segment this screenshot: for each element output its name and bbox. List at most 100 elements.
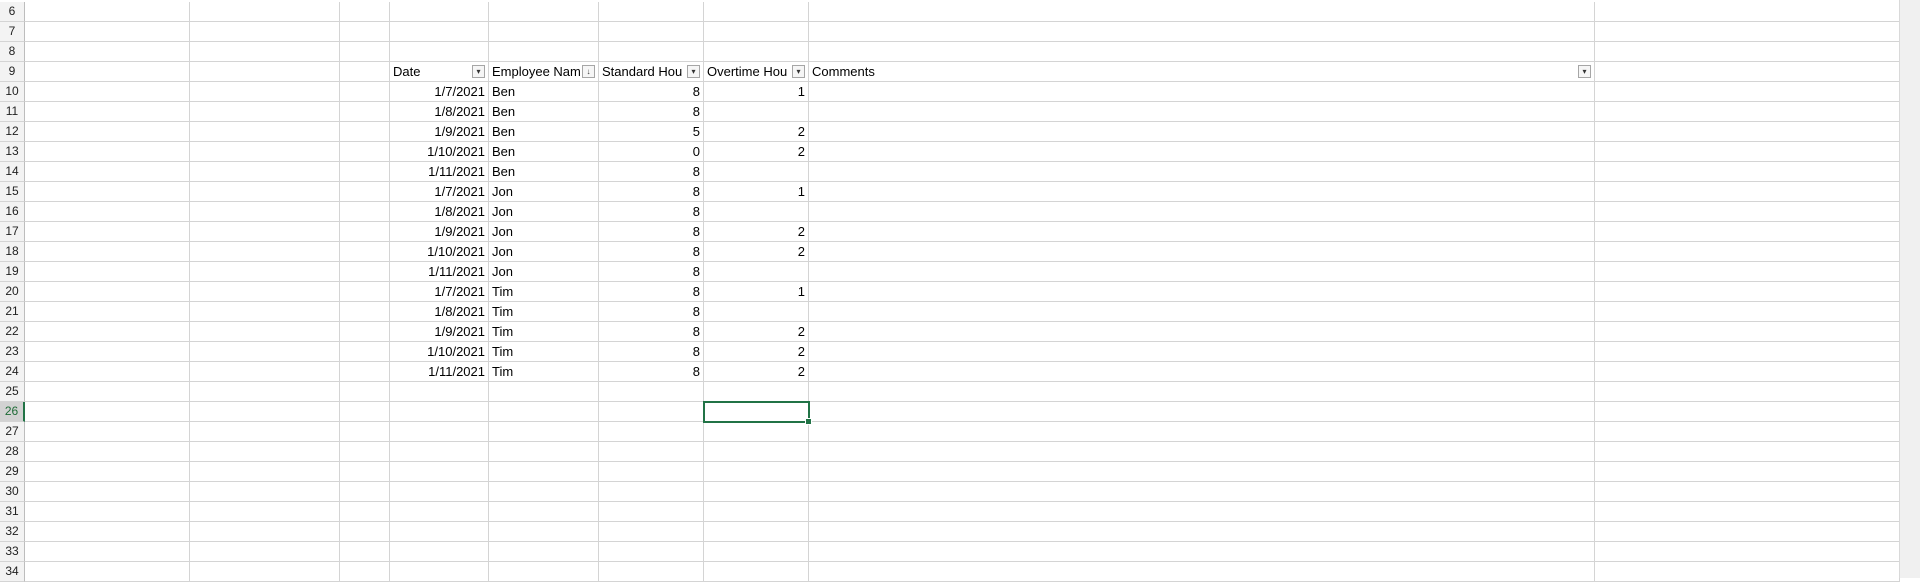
table-cell[interactable]: 1/8/2021: [390, 302, 489, 322]
cell[interactable]: [1595, 62, 1900, 82]
table-cell[interactable]: 2: [704, 362, 809, 382]
table-cell[interactable]: 8: [599, 262, 704, 282]
cell[interactable]: [1595, 282, 1900, 302]
row-header-33[interactable]: 33: [0, 542, 25, 562]
row-header-19[interactable]: 19: [0, 262, 25, 282]
cell[interactable]: [1595, 162, 1900, 182]
cell[interactable]: [599, 462, 704, 482]
cell[interactable]: [1595, 402, 1900, 422]
cell[interactable]: [489, 422, 599, 442]
table-cell[interactable]: Ben: [489, 122, 599, 142]
cell[interactable]: [599, 22, 704, 42]
table-header-3[interactable]: Overtime Hou ▾: [704, 62, 809, 82]
cell[interactable]: [190, 142, 340, 162]
cell[interactable]: [190, 182, 340, 202]
table-cell[interactable]: 1/9/2021: [390, 322, 489, 342]
row-header-30[interactable]: 30: [0, 482, 25, 502]
table-cell[interactable]: 8: [599, 282, 704, 302]
row-header-23[interactable]: 23: [0, 342, 25, 362]
table-cell[interactable]: Ben: [489, 162, 599, 182]
cell[interactable]: [340, 282, 390, 302]
cell[interactable]: [25, 62, 190, 82]
filter-dropdown-icon[interactable]: ▾: [687, 65, 700, 78]
row-header-24[interactable]: 24: [0, 362, 25, 382]
cell[interactable]: [190, 222, 340, 242]
cell[interactable]: [190, 562, 340, 582]
cell[interactable]: [599, 502, 704, 522]
cell[interactable]: [1595, 322, 1900, 342]
cell[interactable]: [599, 482, 704, 502]
table-cell[interactable]: [809, 142, 1595, 162]
table-cell[interactable]: [809, 82, 1595, 102]
cell[interactable]: [340, 462, 390, 482]
cell[interactable]: [25, 302, 190, 322]
cell[interactable]: [390, 422, 489, 442]
cell[interactable]: [809, 502, 1595, 522]
cell[interactable]: [25, 2, 190, 22]
cell[interactable]: [340, 42, 390, 62]
cell[interactable]: [340, 502, 390, 522]
table-cell[interactable]: 1/11/2021: [390, 162, 489, 182]
table-cell[interactable]: 2: [704, 342, 809, 362]
cell[interactable]: [1595, 142, 1900, 162]
sort-filter-icon[interactable]: ↓: [582, 65, 595, 78]
cell[interactable]: [1595, 462, 1900, 482]
cell[interactable]: [599, 422, 704, 442]
row-header-17[interactable]: 17: [0, 222, 25, 242]
cell[interactable]: [190, 302, 340, 322]
cell[interactable]: [390, 402, 489, 422]
table-cell[interactable]: 2: [704, 242, 809, 262]
table-header-0[interactable]: Date ▾: [390, 62, 489, 82]
table-cell[interactable]: [809, 362, 1595, 382]
cell[interactable]: [25, 22, 190, 42]
cell[interactable]: [190, 502, 340, 522]
cell[interactable]: [25, 42, 190, 62]
cell[interactable]: [25, 362, 190, 382]
cell[interactable]: [190, 102, 340, 122]
cell[interactable]: [25, 282, 190, 302]
cell[interactable]: [340, 382, 390, 402]
cell[interactable]: [340, 162, 390, 182]
table-cell[interactable]: 8: [599, 182, 704, 202]
cell[interactable]: [489, 522, 599, 542]
filter-dropdown-icon[interactable]: ▾: [792, 65, 805, 78]
table-cell[interactable]: 1/10/2021: [390, 342, 489, 362]
cell[interactable]: [390, 42, 489, 62]
cell[interactable]: [340, 262, 390, 282]
cell[interactable]: [25, 542, 190, 562]
cell[interactable]: [809, 462, 1595, 482]
cell[interactable]: [599, 442, 704, 462]
cell[interactable]: [1595, 522, 1900, 542]
cell[interactable]: [340, 82, 390, 102]
row-header-28[interactable]: 28: [0, 442, 25, 462]
cell[interactable]: [340, 142, 390, 162]
table-cell[interactable]: Ben: [489, 82, 599, 102]
row-header-13[interactable]: 13: [0, 142, 25, 162]
cell[interactable]: [25, 242, 190, 262]
cell[interactable]: [340, 362, 390, 382]
cell[interactable]: [1595, 422, 1900, 442]
cell[interactable]: [809, 42, 1595, 62]
table-cell[interactable]: 1/8/2021: [390, 202, 489, 222]
cell[interactable]: [704, 42, 809, 62]
cell[interactable]: [809, 522, 1595, 542]
table-cell[interactable]: 8: [599, 322, 704, 342]
table-cell[interactable]: 1: [704, 182, 809, 202]
cell[interactable]: [340, 402, 390, 422]
cell[interactable]: [190, 482, 340, 502]
row-header-12[interactable]: 12: [0, 122, 25, 142]
table-header-2[interactable]: Standard Hou ▾: [599, 62, 704, 82]
row-header-27[interactable]: 27: [0, 422, 25, 442]
row-header-34[interactable]: 34: [0, 562, 25, 582]
cell[interactable]: [704, 422, 809, 442]
table-cell[interactable]: [704, 262, 809, 282]
cell[interactable]: [1595, 542, 1900, 562]
cell[interactable]: [190, 2, 340, 22]
cell[interactable]: [190, 382, 340, 402]
cell[interactable]: [1595, 82, 1900, 102]
table-cell[interactable]: 2: [704, 222, 809, 242]
cell[interactable]: [25, 142, 190, 162]
table-cell[interactable]: Jon: [489, 262, 599, 282]
table-cell[interactable]: [809, 322, 1595, 342]
table-cell[interactable]: 1/7/2021: [390, 82, 489, 102]
